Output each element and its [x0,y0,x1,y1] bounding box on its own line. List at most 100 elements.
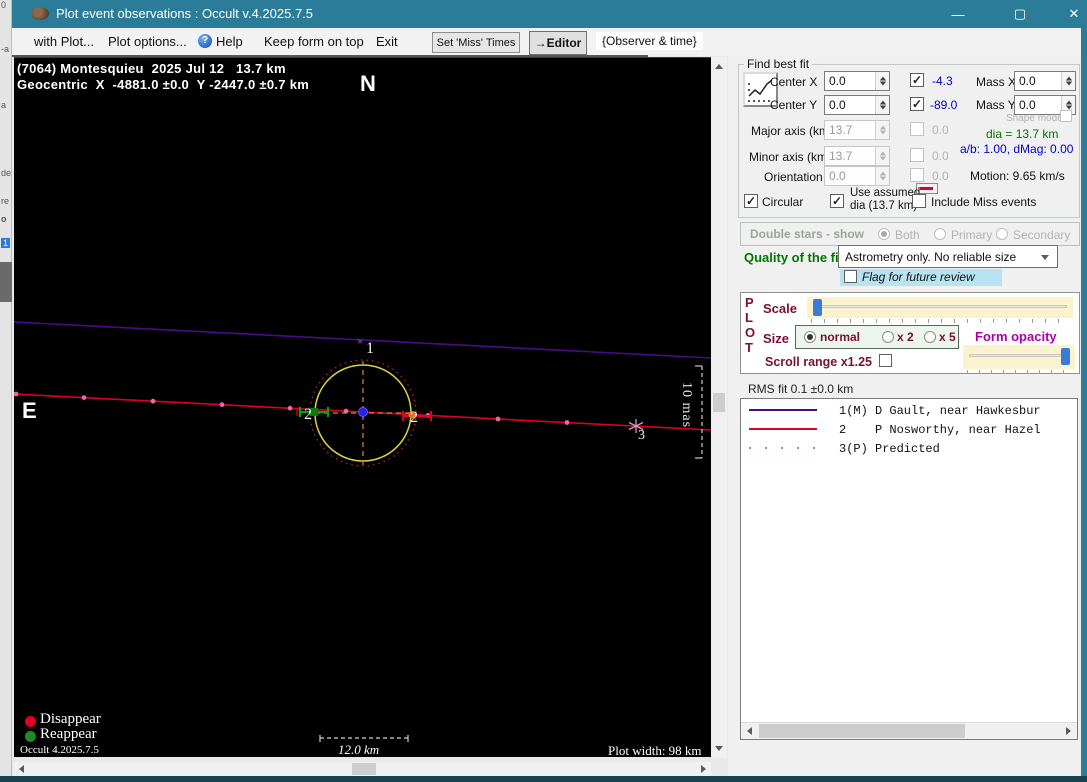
major-axis-checkbox[interactable] [910,122,924,136]
scroll-right-icon[interactable] [701,765,706,773]
size-normal-label: normal [820,330,860,344]
use-assumed-label-2: dia (13.7 km) [850,200,917,212]
bg-fragment: de [1,168,11,178]
mass-x-value: 0.0 [1015,72,1061,90]
scroll-up-icon[interactable] [715,64,723,69]
chord-list-item[interactable]: 3(P) Predicted [741,441,1077,456]
listbox-scrollbar[interactable] [741,722,1077,739]
size-x5-radio[interactable] [924,331,936,343]
chord-3-observer: Predicted [875,442,940,456]
menu-help[interactable]: Help [216,34,243,49]
orientation-arrows [875,167,889,185]
size-x5-label: x 5 [939,330,956,344]
mas-scale-label: 10 mas [678,382,694,466]
major-axis-spinner[interactable]: 13.7 [824,120,890,140]
scale-slider[interactable] [807,297,1073,318]
size-label: Size [763,331,789,346]
background-window-strip: 0 -a a de re o 1 [0,0,12,782]
minor-axis-checkbox[interactable] [910,148,924,162]
form-opacity-groove [969,354,1069,357]
major-axis-value: 13.7 [825,121,875,139]
mass-x-arrows[interactable] [1061,72,1075,90]
center-x-spinner[interactable]: 0.0 [824,71,890,91]
center-y-checkbox[interactable]: ✓ [910,97,924,111]
center-x-arrows[interactable] [875,72,889,90]
scale-label: Scale [763,301,797,316]
plot-canvas[interactable]: × [14,57,711,757]
form-opacity-slider[interactable] [963,345,1075,369]
km-scale-bar [320,735,408,742]
center-y-arrows[interactable] [875,96,889,114]
mass-y-label: Mass Y [976,98,1016,112]
scroll-range-checkbox[interactable] [879,354,892,367]
double-primary-radio[interactable] [934,228,946,240]
scroll-down-icon[interactable] [715,746,723,751]
set-miss-times-button[interactable]: Set 'Miss' Times [432,32,520,53]
size-x2-radio[interactable] [882,331,894,343]
bg-fragment: 1 [1,238,10,248]
minor-axis-spinner[interactable]: 13.7 [824,146,890,166]
size-x2-label: x 2 [897,330,914,344]
menu-with-plot[interactable]: with Plot... [34,34,94,49]
listbox-scroll-left-icon[interactable] [747,727,752,735]
use-assumed-label-1: Use assumed [850,187,920,199]
use-assumed-checkbox[interactable]: ✓ [830,194,844,208]
plot-vertical-scrollbar[interactable] [711,57,727,758]
size-radio-group: normal x 2 x 5 [795,325,959,349]
center-x-checkbox[interactable]: ✓ [910,73,924,87]
center-x-value: 0.0 [825,72,875,90]
quality-dropdown[interactable]: Astrometry only. No reliable size [838,245,1058,268]
motion-label: Motion: 9.65 km/s [970,169,1065,183]
circular-checkbox[interactable]: ✓ [744,194,758,208]
listbox-scroll-right-icon[interactable] [1066,727,1071,735]
double-stars-label: Double stars - show [750,227,864,241]
orientation-spinner[interactable]: 0.0 [824,166,890,186]
editor-button[interactable]: →Editor [529,31,587,55]
control-panel: Find best fit Center X 0.0 ✓ -4.3 Mass X… [728,56,1081,776]
mass-x-label: Mass X [976,75,1016,89]
chord-1-number: 1(M) [839,404,868,418]
listbox-scroll-thumb[interactable] [759,724,965,738]
double-both-radio[interactable] [878,228,890,240]
scroll-left-icon[interactable] [19,765,24,773]
menu-plot-options[interactable]: Plot options... [108,34,187,49]
help-icon[interactable]: ? [198,34,212,48]
chord-1-marker: × [357,336,363,348]
menu-exit[interactable]: Exit [376,34,398,49]
minor-axis-label: Minor axis (km) [749,150,831,164]
menu-keep-on-top[interactable]: Keep form on top [264,34,364,49]
orientation-checkbox[interactable] [910,168,924,182]
double-secondary-radio[interactable] [996,228,1008,240]
quality-value: Astrometry only. No reliable size [845,250,1016,264]
minimize-button[interactable]: — [935,0,981,28]
size-normal-radio[interactable] [804,331,816,343]
chord-list-item[interactable]: 2 P Nosworthy, near Hazel [741,422,1077,437]
center-x-label: Center X [770,75,817,89]
east-label: E [22,398,37,424]
maximize-button[interactable]: ▢ [997,0,1043,28]
vertical-scroll-thumb[interactable] [713,393,725,412]
mass-x-spinner[interactable]: 0.0 [1014,71,1076,91]
plot-horizontal-scrollbar[interactable] [14,762,711,776]
minor-axis-arrows [875,147,889,165]
application-window: 0 -a a de re o 1 Plot event observations… [0,0,1087,782]
plot-letter-t: T [745,340,753,355]
scale-slider-thumb[interactable] [813,299,822,316]
flag-review-checkbox[interactable] [844,270,857,283]
plot-graphics: × [14,58,711,758]
chord-3-label: 3 [638,428,645,444]
chords-listbox[interactable]: 1(M) D Gault, near Hawkesbur 2 P Noswort… [740,398,1078,740]
shape-model-checkbox[interactable] [1060,110,1072,122]
minor-axis-fit-value: 0.0 [932,149,949,163]
form-opacity-thumb[interactable] [1061,348,1070,365]
plot-width-label: Plot width: 98 km [608,743,702,759]
chord-1-label: 1 [366,340,374,358]
dia-label: dia = 13.7 km [986,127,1058,141]
center-y-spinner[interactable]: 0.0 [824,95,890,115]
circular-label: Circular [762,195,803,209]
chord-list-item[interactable]: 1(M) D Gault, near Hawkesbur [741,403,1077,418]
chord-2-number: 2 [839,423,846,437]
horizontal-scroll-thumb[interactable] [352,763,376,775]
include-miss-checkbox[interactable] [912,194,926,208]
chord-2-left-label: 2 [304,406,312,424]
